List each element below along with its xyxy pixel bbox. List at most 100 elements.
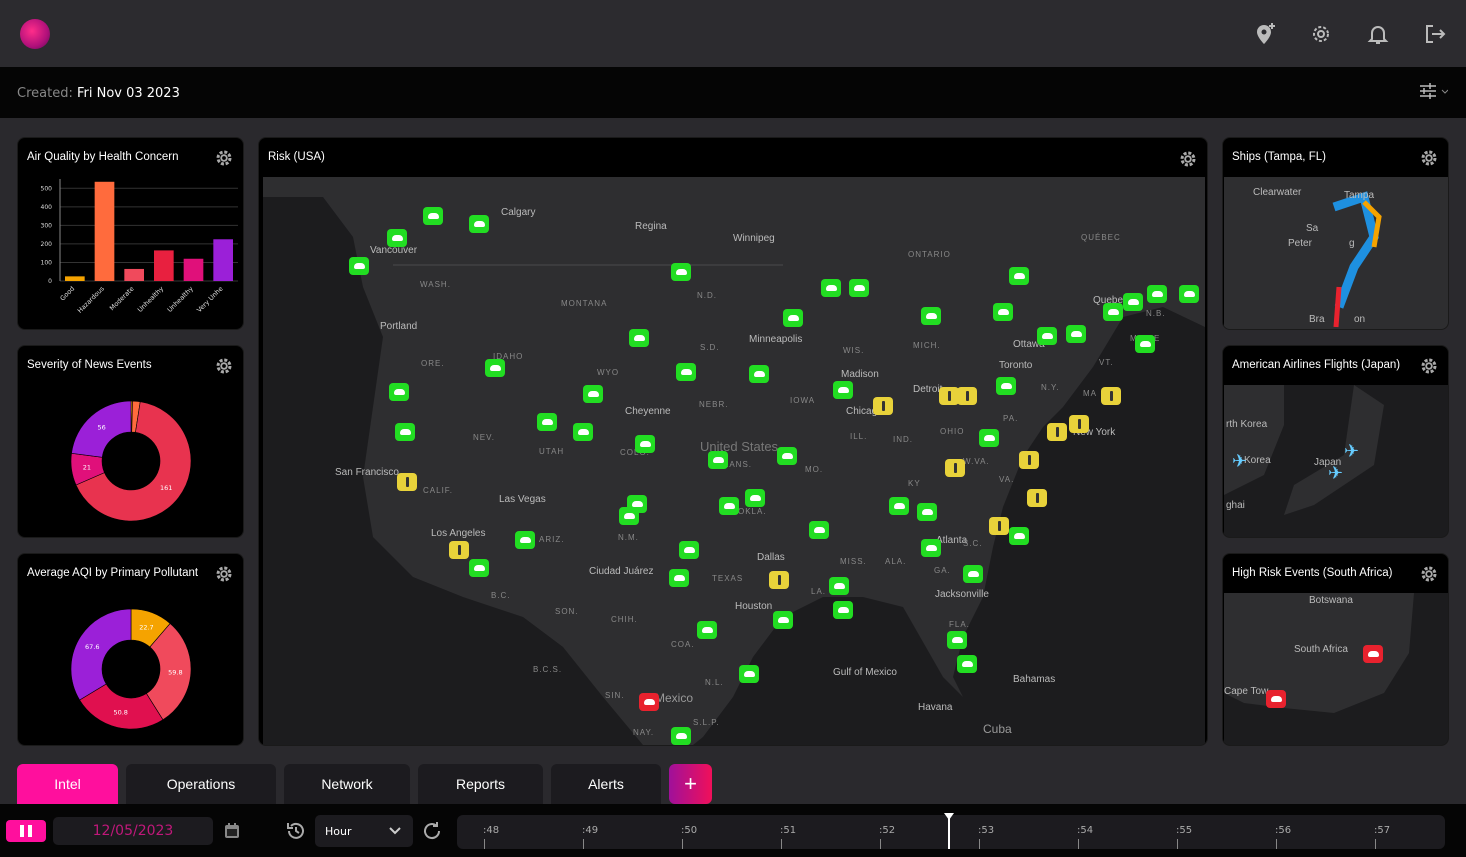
weather-marker[interactable] <box>537 413 557 431</box>
weather-marker[interactable] <box>963 565 983 583</box>
tab-alerts[interactable]: Alerts <box>551 764 661 804</box>
fire-marker[interactable] <box>1266 690 1286 708</box>
weather-marker[interactable] <box>849 279 869 297</box>
weather-marker[interactable] <box>749 365 769 383</box>
gear-icon[interactable] <box>1420 357 1438 375</box>
weather-marker[interactable] <box>745 489 765 507</box>
interval-select[interactable]: Hour <box>315 815 413 847</box>
date-input[interactable]: 12/05/2023 <box>53 817 213 845</box>
logout-icon[interactable] <box>1423 22 1447 46</box>
weather-marker[interactable] <box>635 435 655 453</box>
weather-marker[interactable] <box>809 521 829 539</box>
weather-marker[interactable] <box>739 665 759 683</box>
weather-marker[interactable] <box>1147 285 1167 303</box>
refresh-icon[interactable] <box>421 820 443 842</box>
weather-marker[interactable] <box>387 229 407 247</box>
alert-marker[interactable] <box>1027 489 1047 507</box>
sliders-icon[interactable] <box>1418 82 1448 100</box>
weather-marker[interactable] <box>423 207 443 225</box>
weather-marker[interactable] <box>1009 267 1029 285</box>
usa-map[interactable]: Calgary Regina Winnipeg Vancouver ONTARIO QUÉ… <box>263 177 1205 745</box>
flights-map[interactable]: rth Korea Korea Japan ghai ✈ ✈ ✈ <box>1224 385 1448 537</box>
weather-marker[interactable] <box>469 215 489 233</box>
weather-marker[interactable] <box>773 611 793 629</box>
weather-marker[interactable] <box>821 279 841 297</box>
south-africa-map[interactable]: Botswana South Africa Cape Tow <box>1224 593 1448 745</box>
bar[interactable] <box>213 239 233 281</box>
weather-marker[interactable] <box>573 423 593 441</box>
tab-intel[interactable]: Intel <box>17 764 118 804</box>
weather-marker[interactable] <box>679 541 699 559</box>
gear-icon[interactable] <box>215 149 233 167</box>
timeline-scrubber[interactable]: :48:49:50:51:52:53:54:55:56:57 <box>457 813 1445 849</box>
weather-marker[interactable] <box>676 363 696 381</box>
donut-slice[interactable] <box>70 608 132 701</box>
weather-marker[interactable] <box>783 309 803 327</box>
weather-marker[interactable] <box>993 303 1013 321</box>
weather-marker[interactable] <box>957 655 977 673</box>
alert-marker[interactable] <box>873 397 893 415</box>
add-tab-button[interactable]: + <box>669 764 712 804</box>
airplane-icon[interactable]: ✈ <box>1232 451 1247 472</box>
weather-marker[interactable] <box>671 727 691 745</box>
weather-marker[interactable] <box>1103 303 1123 321</box>
app-logo[interactable] <box>20 19 50 49</box>
gear-icon[interactable] <box>1309 22 1333 46</box>
weather-marker[interactable] <box>996 377 1016 395</box>
weather-marker[interactable] <box>619 507 639 525</box>
alert-marker[interactable] <box>769 571 789 589</box>
weather-marker[interactable] <box>708 451 728 469</box>
weather-marker[interactable] <box>921 307 941 325</box>
add-location-icon[interactable] <box>1253 22 1277 46</box>
tab-network[interactable]: Network <box>284 764 410 804</box>
weather-marker[interactable] <box>485 359 505 377</box>
gear-icon[interactable] <box>1420 565 1438 583</box>
alert-marker[interactable] <box>945 459 965 477</box>
history-icon[interactable] <box>285 820 307 842</box>
gear-icon[interactable] <box>215 565 233 583</box>
alert-marker[interactable] <box>1101 387 1121 405</box>
weather-marker[interactable] <box>583 385 603 403</box>
weather-marker[interactable] <box>921 539 941 557</box>
bar[interactable] <box>94 181 115 281</box>
weather-marker[interactable] <box>349 257 369 275</box>
weather-marker[interactable] <box>697 621 717 639</box>
weather-marker[interactable] <box>629 329 649 347</box>
weather-marker[interactable] <box>669 569 689 587</box>
weather-marker[interactable] <box>1123 293 1143 311</box>
weather-marker[interactable] <box>947 631 967 649</box>
weather-marker[interactable] <box>979 429 999 447</box>
bar[interactable] <box>124 268 144 281</box>
weather-marker[interactable] <box>389 383 409 401</box>
alert-marker[interactable] <box>939 387 959 405</box>
alert-marker[interactable] <box>957 387 977 405</box>
gear-icon[interactable] <box>215 357 233 375</box>
weather-marker[interactable] <box>671 263 691 281</box>
alert-marker[interactable] <box>1019 451 1039 469</box>
tab-reports[interactable]: Reports <box>418 764 543 804</box>
weather-marker[interactable] <box>1009 527 1029 545</box>
gear-icon[interactable] <box>1179 150 1197 168</box>
weather-marker[interactable] <box>1135 335 1155 353</box>
weather-marker[interactable] <box>1179 285 1199 303</box>
weather-marker[interactable] <box>719 497 739 515</box>
weather-marker[interactable] <box>515 531 535 549</box>
alert-marker[interactable] <box>397 473 417 491</box>
weather-marker[interactable] <box>469 559 489 577</box>
alert-marker[interactable] <box>449 541 469 559</box>
bar[interactable] <box>154 250 174 281</box>
bell-icon[interactable] <box>1366 22 1390 46</box>
calendar-icon[interactable] <box>223 822 241 840</box>
alert-marker[interactable] <box>989 517 1009 535</box>
weather-marker[interactable] <box>833 601 853 619</box>
weather-marker[interactable] <box>829 577 849 595</box>
ships-map[interactable]: Clearwater Tampa Sa Peter g Bra on <box>1224 177 1448 329</box>
pause-button[interactable] <box>6 820 46 842</box>
severe-weather-marker[interactable] <box>639 693 659 711</box>
weather-marker[interactable] <box>917 503 937 521</box>
airplane-icon[interactable]: ✈ <box>1344 441 1359 462</box>
gear-icon[interactable] <box>1420 149 1438 167</box>
airplane-icon[interactable]: ✈ <box>1328 463 1343 484</box>
timeline-cursor[interactable] <box>944 813 955 849</box>
bar[interactable] <box>65 276 85 281</box>
